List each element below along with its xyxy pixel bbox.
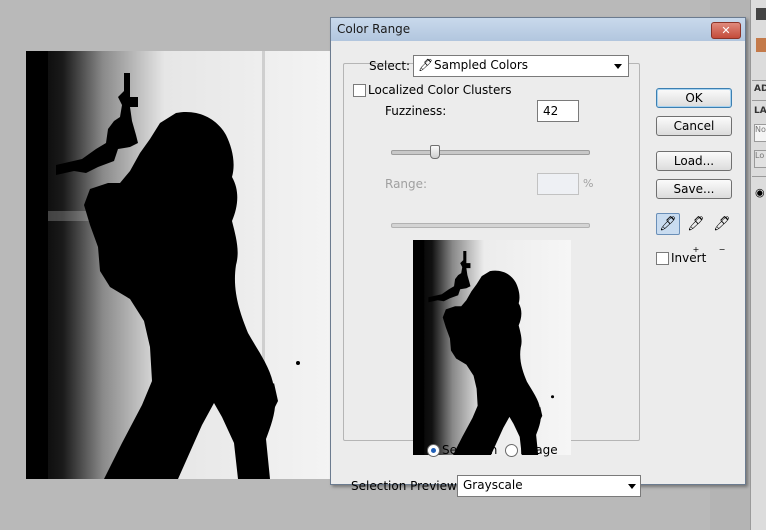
dialog-title: Color Range	[337, 22, 411, 36]
select-dropdown[interactable]: 🖊 Sampled Colors	[413, 55, 629, 77]
selection-preview-dropdown[interactable]: Grayscale	[457, 475, 641, 497]
fuzziness-value: 42	[543, 104, 559, 118]
selection-preview-image[interactable]	[413, 240, 571, 455]
eyedropper-icon: 🖊	[418, 58, 434, 72]
color-range-dialog: Color Range ✕ Select: 🖊 Sampled Colors L…	[330, 17, 746, 497]
localized-clusters-checkbox[interactable]	[353, 84, 366, 97]
invert-label: Invert	[671, 251, 707, 265]
range-input	[537, 173, 579, 195]
panel-divider	[752, 100, 766, 101]
save-button[interactable]: Save...	[656, 179, 732, 199]
document-silhouette	[26, 51, 334, 479]
select-label: Select:	[369, 59, 411, 73]
selection-preview-value: Grayscale	[463, 478, 523, 492]
range-percent-label: %	[583, 177, 594, 190]
ok-button[interactable]: OK	[656, 88, 732, 108]
foreground-swatch[interactable]	[756, 8, 766, 20]
image-radio[interactable]	[505, 444, 518, 457]
eyedropper-plus-icon[interactable]: 🖊+	[684, 213, 708, 254]
range-label: Range:	[385, 177, 428, 191]
selection-radio-label: Selection	[442, 443, 498, 457]
range-slider-track	[391, 223, 590, 228]
preview-silhouette	[413, 240, 571, 455]
document-image[interactable]	[26, 51, 334, 479]
select-value: Sampled Colors	[434, 58, 529, 72]
fuzziness-slider-track[interactable]	[391, 150, 590, 155]
chevron-down-icon	[628, 484, 636, 489]
panel-divider	[752, 80, 766, 81]
close-button[interactable]: ✕	[711, 22, 741, 39]
color-swatch[interactable]	[756, 38, 766, 52]
fuzziness-slider-thumb[interactable]	[430, 145, 440, 159]
localized-clusters-label: Localized Color Clusters	[368, 83, 512, 97]
fuzziness-input[interactable]: 42	[537, 100, 579, 122]
eye-icon[interactable]: ◉	[755, 186, 765, 199]
invert-checkbox[interactable]	[656, 252, 669, 265]
layers-tab[interactable]: LA	[754, 106, 766, 116]
blend-mode-field[interactable]: No	[754, 124, 766, 142]
cancel-button[interactable]: Cancel	[656, 116, 732, 136]
lock-field: Lo	[754, 150, 766, 168]
fuzziness-label: Fuzziness:	[385, 104, 447, 118]
eyedropper-icon[interactable]: 🖊	[656, 213, 680, 235]
title-bar[interactable]: Color Range ✕	[331, 18, 745, 41]
eyedropper-minus-icon[interactable]: 🖊−	[710, 213, 734, 254]
panel-divider	[752, 176, 766, 177]
load-button[interactable]: Load...	[656, 151, 732, 171]
adjustments-tab[interactable]: AD	[754, 84, 766, 94]
selection-radio-dot	[431, 448, 436, 453]
chevron-down-icon	[614, 64, 622, 69]
image-radio-label: Image	[520, 443, 558, 457]
dialog-body: Select: 🖊 Sampled Colors Localized Color…	[331, 41, 745, 497]
selection-preview-label: Selection Preview:	[351, 479, 461, 493]
selection-radio[interactable]	[427, 444, 440, 457]
